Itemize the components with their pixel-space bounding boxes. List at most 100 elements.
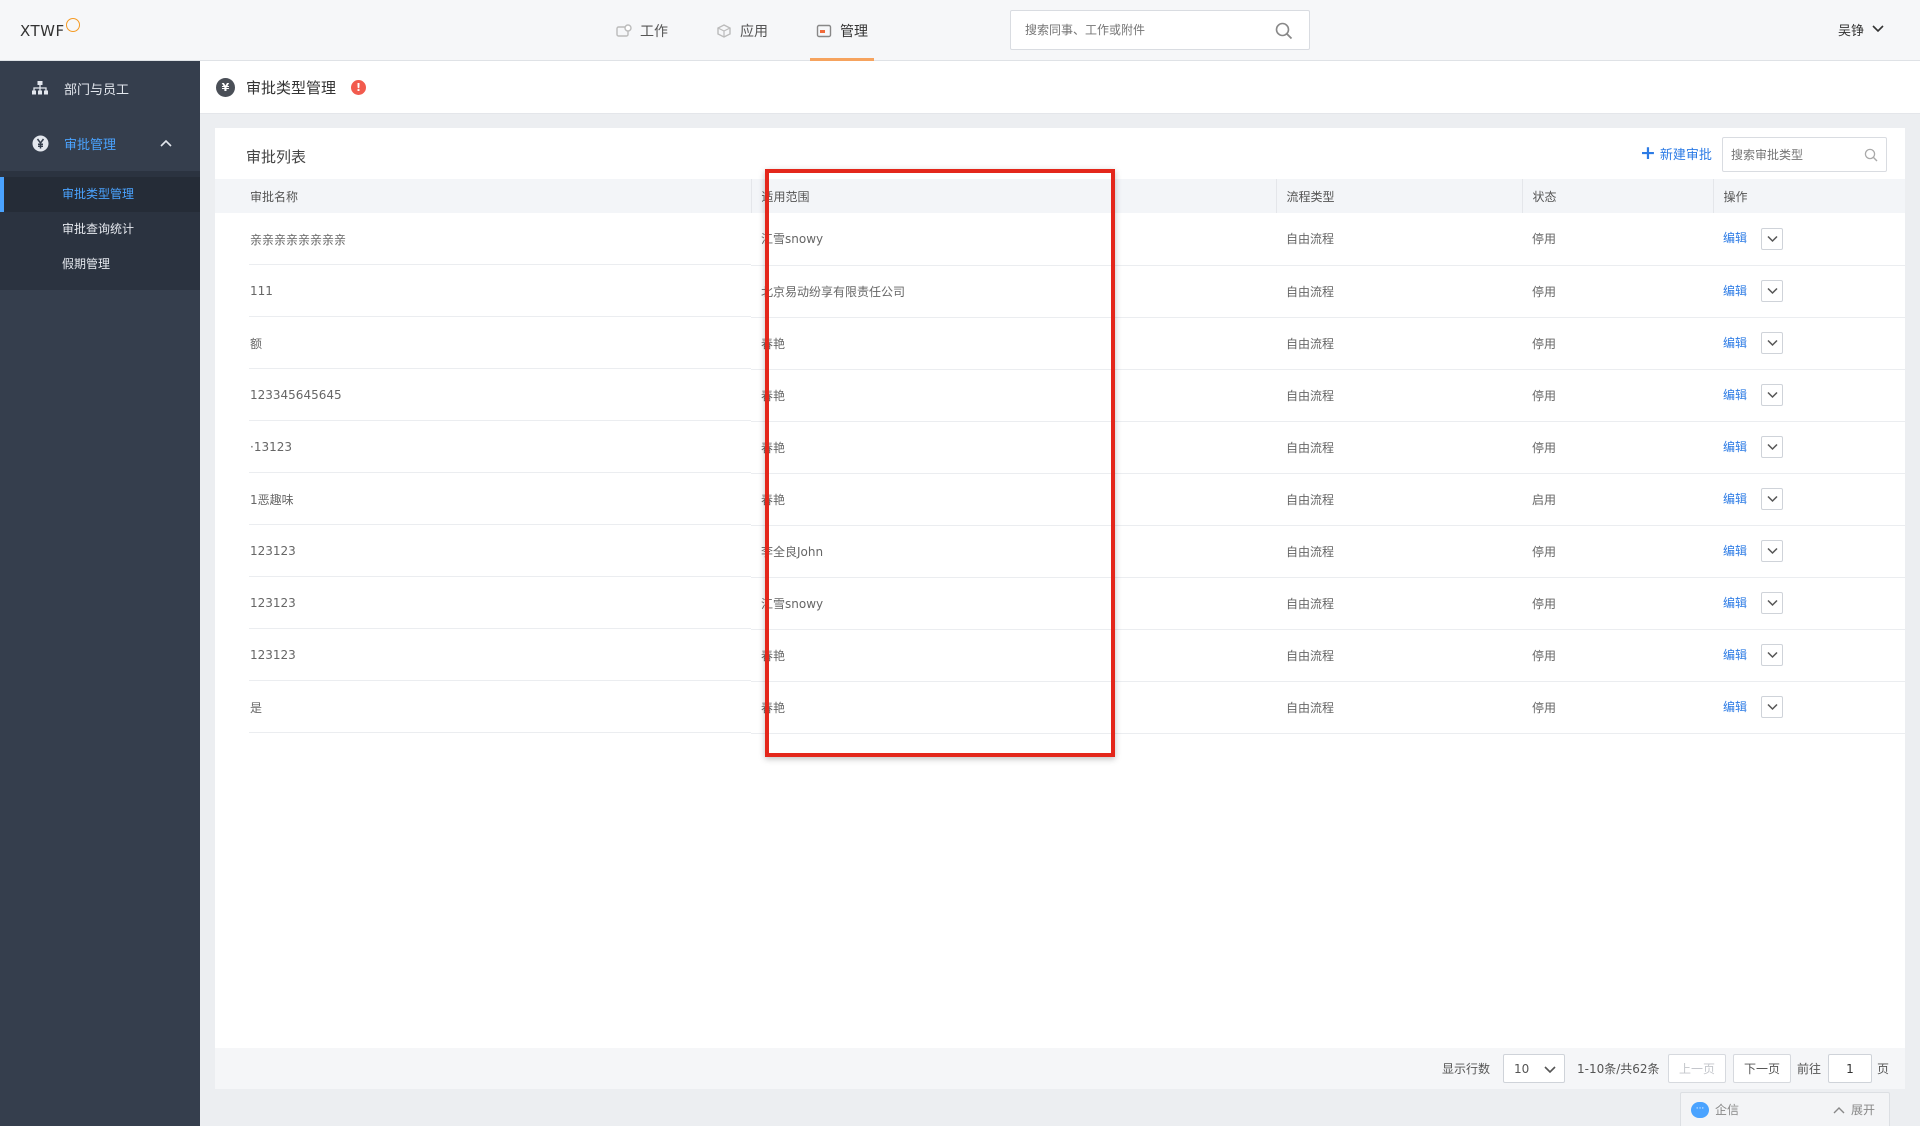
- logo-circle-icon: [65, 18, 80, 32]
- card-title: 审批列表: [246, 148, 307, 166]
- alert-icon[interactable]: !: [351, 80, 366, 95]
- chevron-up-icon: [1833, 1106, 1845, 1113]
- edit-link[interactable]: 编辑: [1723, 388, 1747, 402]
- row-actions-dropdown[interactable]: [1761, 644, 1784, 666]
- cell-actions: 编辑: [1713, 421, 1905, 474]
- row-actions-dropdown[interactable]: [1761, 488, 1784, 510]
- row-actions-dropdown[interactable]: [1761, 696, 1784, 718]
- col-header-name[interactable]: 审批名称: [215, 179, 752, 213]
- chevron-down-icon: [1766, 443, 1778, 451]
- cell-flow: 自由流程: [1276, 369, 1522, 422]
- row-actions-dropdown[interactable]: [1761, 540, 1784, 562]
- sidebar-item-leave[interactable]: 假期管理: [0, 247, 200, 282]
- sidebar-item-approval[interactable]: 审批管理: [0, 115, 200, 171]
- cell-flow: 自由流程: [1276, 473, 1522, 526]
- cell-flow: 自由流程: [1276, 681, 1522, 734]
- cell-flow: 自由流程: [1276, 577, 1522, 630]
- approval-list-card: 审批列表 + 新建审批 审批名称 适用范围 流程类型 状态 操作 亲亲亲亲亲亲亲…: [215, 128, 1905, 1089]
- next-page-button[interactable]: 下一页: [1733, 1054, 1791, 1083]
- new-approval-button[interactable]: + 新建审批: [1640, 144, 1712, 164]
- cell-flow: 自由流程: [1276, 317, 1522, 370]
- row-actions-dropdown[interactable]: [1761, 280, 1784, 302]
- cell-scope: 春艳: [751, 681, 1276, 734]
- rows-per-page-select[interactable]: 10: [1503, 1054, 1565, 1083]
- range-text: 1-10条/共62条: [1577, 1062, 1660, 1076]
- edit-link[interactable]: 编辑: [1723, 492, 1747, 506]
- user-menu[interactable]: 吴铮: [1838, 20, 1884, 39]
- yen-icon: [30, 133, 50, 153]
- sidebar-item-departments[interactable]: 部门与员工: [0, 61, 200, 115]
- prev-page-button[interactable]: 上一页: [1668, 1054, 1726, 1083]
- page-unit: 页: [1877, 1062, 1890, 1076]
- cell-actions: 编辑: [1713, 525, 1905, 578]
- row-actions-dropdown[interactable]: [1761, 384, 1784, 406]
- chat-expand[interactable]: 展开: [1833, 1101, 1875, 1118]
- row-actions-dropdown[interactable]: [1761, 227, 1784, 250]
- cell-scope: 春艳: [751, 473, 1276, 526]
- page-title: 审批类型管理: [246, 79, 337, 97]
- row-actions-dropdown[interactable]: [1761, 592, 1784, 614]
- table-row: 额春艳 自由流程 停用 编辑: [215, 317, 1905, 370]
- cell-actions: 编辑: [1713, 681, 1905, 734]
- cell-scope: 春艳: [751, 369, 1276, 422]
- work-icon: [616, 23, 632, 38]
- cell-status: 停用: [1522, 213, 1713, 266]
- cell-name: 亲亲亲亲亲亲亲亲: [215, 213, 751, 265]
- edit-link[interactable]: 编辑: [1723, 700, 1747, 714]
- user-name: 吴铮: [1838, 24, 1865, 39]
- cell-actions: 编辑: [1713, 213, 1905, 266]
- edit-link[interactable]: 编辑: [1723, 596, 1747, 610]
- edit-link[interactable]: 编辑: [1723, 440, 1747, 454]
- app-logo[interactable]: XTWF: [20, 18, 80, 40]
- col-header-status[interactable]: 状态: [1522, 179, 1714, 213]
- top-nav: 工作 应用 管理: [610, 0, 910, 61]
- row-actions-dropdown[interactable]: [1761, 332, 1784, 354]
- cell-name: 123123: [215, 629, 751, 681]
- edit-link[interactable]: 编辑: [1723, 284, 1747, 298]
- approval-search-input[interactable]: [1723, 138, 1853, 171]
- search-icon[interactable]: [1275, 22, 1293, 44]
- cell-actions: 编辑: [1713, 629, 1905, 682]
- nav-tab-apps[interactable]: 应用: [710, 0, 774, 61]
- col-header-scope[interactable]: 适用范围: [751, 179, 1277, 213]
- row-actions-dropdown[interactable]: [1761, 436, 1784, 458]
- chevron-down-icon: [1766, 391, 1778, 399]
- cell-flow: 自由流程: [1276, 629, 1522, 682]
- cell-status: 启用: [1522, 473, 1713, 526]
- table-row: ·13123 春艳 自由流程 停用 编辑: [215, 421, 1905, 474]
- cell-name: 1恶趣味: [215, 473, 751, 525]
- sidebar-item-approval-types[interactable]: 审批类型管理: [0, 177, 200, 212]
- cell-scope: 春艳: [751, 629, 1276, 682]
- approval-table: 审批名称 适用范围 流程类型 状态 操作 亲亲亲亲亲亲亲亲 江雪snowy 自由流程…: [215, 179, 1905, 734]
- cell-actions: 编辑: [1713, 265, 1905, 318]
- table-row: 亲亲亲亲亲亲亲亲 江雪snowy 自由流程 停用 编辑: [215, 213, 1905, 266]
- chevron-down-icon: [1766, 547, 1778, 555]
- goto-label: 前往: [1797, 1062, 1822, 1076]
- top-bar: XTWF 工作 应用 管理 吴铮: [0, 0, 1920, 61]
- chat-widget[interactable]: ··· 企信 展开: [1680, 1092, 1890, 1126]
- nav-tab-manage[interactable]: 管理: [810, 0, 874, 61]
- chevron-down-icon: [1766, 599, 1778, 607]
- col-header-flow[interactable]: 流程类型: [1276, 179, 1523, 213]
- cell-actions: 编辑: [1713, 577, 1905, 630]
- nav-tab-work[interactable]: 工作: [610, 0, 674, 61]
- global-search: [1010, 10, 1310, 50]
- search-icon[interactable]: [1864, 148, 1878, 166]
- cell-flow: 自由流程: [1276, 421, 1522, 474]
- page-header: ¥ 审批类型管理 !: [200, 61, 1920, 114]
- edit-link[interactable]: 编辑: [1723, 231, 1747, 245]
- global-search-input[interactable]: [1011, 11, 1261, 49]
- approval-submenu: 审批类型管理 审批查询统计 假期管理: [0, 171, 200, 290]
- cell-scope: 江雪snowy: [751, 577, 1276, 630]
- edit-link[interactable]: 编辑: [1723, 648, 1747, 662]
- cell-actions: 编辑: [1713, 317, 1905, 370]
- edit-link[interactable]: 编辑: [1723, 544, 1747, 558]
- cell-scope: 北京易动纷享有限责任公司: [751, 265, 1276, 318]
- edit-link[interactable]: 编辑: [1723, 336, 1747, 350]
- goto-page-input[interactable]: [1828, 1054, 1872, 1083]
- table-row: 123345645645 春艳 自由流程 停用 编辑: [215, 369, 1905, 422]
- cell-name: ·13123: [215, 421, 751, 473]
- cell-status: 停用: [1522, 577, 1713, 630]
- sidebar-item-approval-stats[interactable]: 审批查询统计: [0, 212, 200, 247]
- cell-status: 停用: [1522, 421, 1713, 474]
